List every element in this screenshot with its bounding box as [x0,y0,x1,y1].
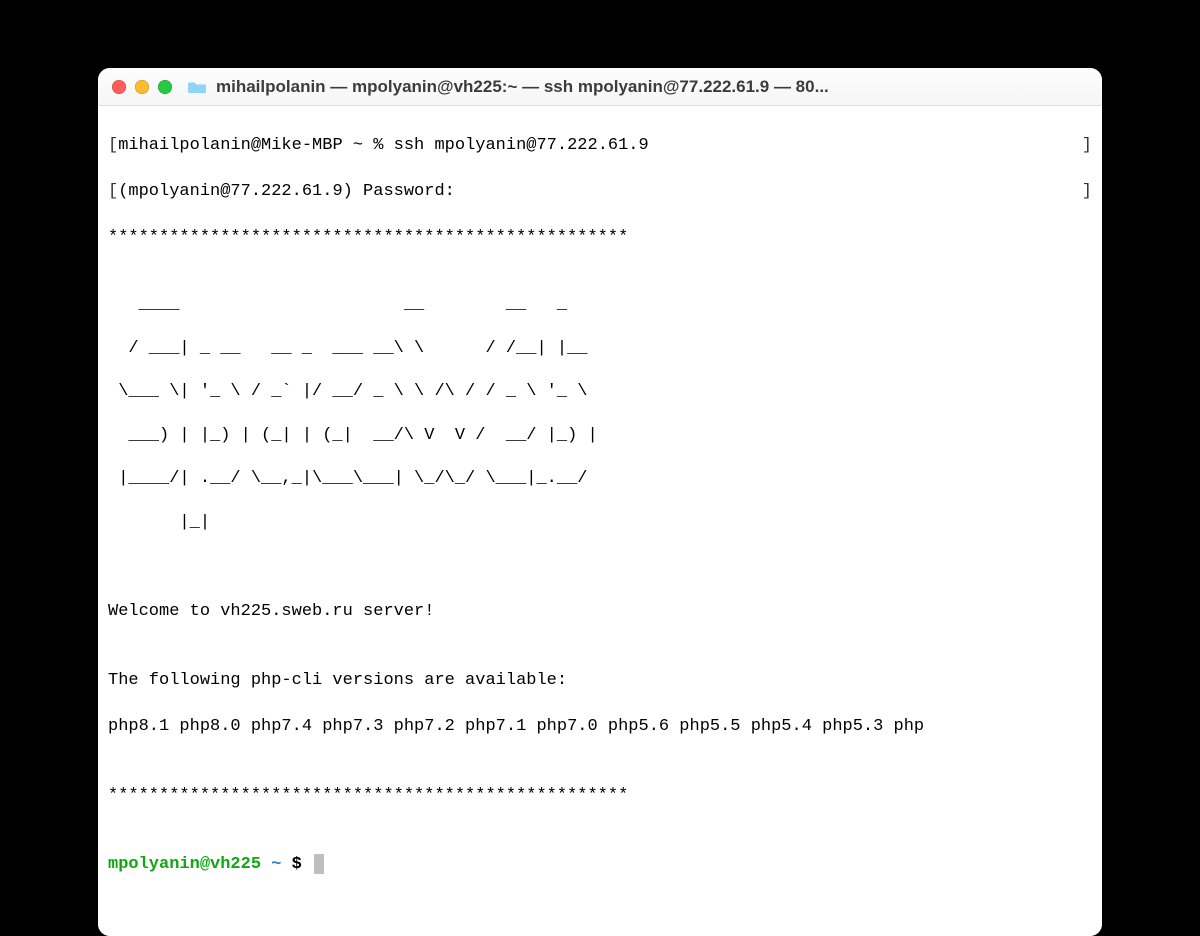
remote-prompt-line[interactable]: mpolyanin@vh225 ~ $ [108,854,1092,877]
php-heading: The following php-cli versions are avail… [108,670,1092,693]
ascii-art-logo: ____ __ __ _ / ___| _ __ __ _ ___ __\ \ … [108,273,1092,556]
ascii-line: ____ __ __ _ [108,294,1092,316]
folder-icon [188,80,206,94]
bracket-left: [ [108,136,118,155]
window-title: mihailpolanin — mpolyanin@vh225:~ — ssh … [216,77,1088,97]
traffic-lights [112,80,172,94]
divider-stars-top: ****************************************… [108,227,1092,250]
php-versions-list: php8.1 php8.0 php7.4 php7.3 php7.2 php7.… [108,716,1092,739]
ascii-line: / ___| _ __ __ _ ___ __\ \ / /__| |__ [108,338,1092,360]
remote-user-host: mpolyanin@vh225 [108,855,261,874]
terminal-body[interactable]: [mihailpolanin@Mike-MBP ~ % ssh mpolyani… [98,106,1102,936]
ascii-line: \___ \| '_ \ / _` |/ __/ _ \ \ /\ / / _ … [108,381,1092,403]
ascii-line: |____/| .__/ \__,_|\___\___| \_/\_/ \___… [108,468,1092,490]
local-path: ~ % [343,136,394,155]
remote-path: ~ [261,855,292,874]
ascii-line: |_| [108,512,1092,534]
welcome-message: Welcome to vh225.sweb.ru server! [108,601,1092,624]
cursor [314,854,324,874]
ssh-command: ssh mpolyanin@77.222.61.9 [394,136,649,155]
prompt-dollar: $ [292,855,312,874]
bracket-right: ] [1082,181,1092,204]
bracket-left: [ [108,182,118,201]
password-prompt: (mpolyanin@77.222.61.9) Password: [118,182,455,201]
terminal-window: mihailpolanin — mpolyanin@vh225:~ — ssh … [98,68,1102,936]
local-user-host: mihailpolanin@Mike-MBP [118,136,342,155]
password-prompt-line: [(mpolyanin@77.222.61.9) Password:] [108,181,1092,204]
close-window-button[interactable] [112,80,126,94]
ascii-line: ___) | |_) | (_| | (_| __/\ V V / __/ |_… [108,425,1092,447]
maximize-window-button[interactable] [158,80,172,94]
titlebar[interactable]: mihailpolanin — mpolyanin@vh225:~ — ssh … [98,68,1102,106]
bracket-right: ] [1082,135,1092,158]
minimize-window-button[interactable] [135,80,149,94]
divider-stars-bottom: ****************************************… [108,785,1092,808]
local-prompt-line: [mihailpolanin@Mike-MBP ~ % ssh mpolyani… [108,135,1092,158]
